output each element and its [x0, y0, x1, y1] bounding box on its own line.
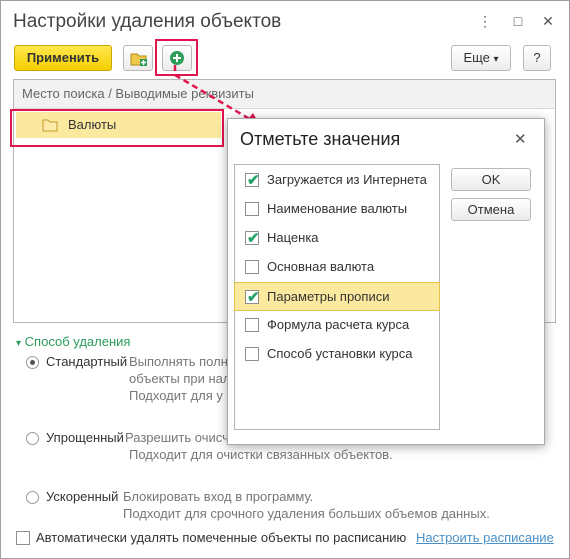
list-item[interactable]: ✔ Загружается из Интернета — [235, 166, 439, 195]
check-icon: ✔ — [247, 172, 260, 189]
radio-accelerated-label: Ускоренный — [46, 489, 119, 504]
item-checkbox[interactable]: ✔ — [245, 172, 260, 189]
maximize-icon[interactable]: □ — [508, 11, 528, 31]
radio-standard-label: Стандартный — [46, 354, 128, 369]
item-label: Наценка — [267, 230, 319, 245]
list-item[interactable]: Формула расчета курса — [235, 311, 439, 340]
accelerated-desc-1: Блокировать вход в программу. — [123, 489, 314, 504]
auto-delete-label: Автоматически удалять помеченные объекты… — [36, 530, 407, 545]
chevron-down-icon: ▾ — [493, 54, 499, 65]
values-list[interactable]: ✔ Загружается из Интернета Наименование … — [234, 164, 440, 430]
item-checkbox[interactable] — [245, 318, 259, 332]
radio-standard[interactable] — [26, 356, 39, 369]
item-label: Наименование валюты — [267, 201, 408, 216]
radio-simplified-label: Упрощенный — [46, 430, 124, 445]
item-label: Основная валюта — [267, 259, 375, 274]
item-checkbox[interactable] — [245, 260, 259, 274]
check-icon: ✔ — [247, 230, 260, 247]
list-item[interactable]: ✔ Наценка — [235, 224, 439, 253]
dialog-title: Отметьте значения — [240, 129, 401, 149]
accelerated-desc-2: Подходит для срочного удаления больших о… — [123, 506, 490, 521]
chevron-down-icon: ▾ — [16, 338, 22, 349]
close-icon[interactable]: ✕ — [538, 11, 558, 31]
item-label: Способ установки курса — [267, 346, 413, 361]
item-label: Параметры прописи — [267, 289, 390, 304]
apply-button[interactable]: Применить — [14, 45, 112, 71]
select-values-dialog: Отметьте значения ✕ ✔ Загружается из Инт… — [227, 118, 545, 445]
simplified-desc-1: Разрешить очисч — [125, 430, 229, 445]
auto-delete-checkbox[interactable] — [16, 531, 30, 545]
item-label: Загружается из Интернета — [267, 172, 427, 187]
cancel-button[interactable]: Отмена — [451, 198, 531, 221]
window-title: Настройки удаления объектов — [13, 11, 282, 32]
list-item-selected[interactable]: ✔ Параметры прописи — [234, 282, 440, 311]
more-menu-label: Еще — [463, 50, 490, 65]
more-actions-icon[interactable]: ⋮ — [475, 11, 495, 31]
radio-accelerated[interactable] — [26, 491, 39, 504]
list-item[interactable]: Способ установки курса — [235, 340, 439, 369]
more-menu-button[interactable]: Еще ▾ — [451, 45, 511, 71]
standard-desc-2: объекты при нал — [129, 371, 231, 386]
item-checkbox[interactable] — [245, 202, 259, 216]
help-button[interactable]: ? — [523, 45, 551, 71]
dialog-close-icon[interactable]: ✕ — [514, 130, 527, 148]
item-label: Формула расчета курса — [267, 317, 410, 332]
standard-desc-3: Подходит для у — [129, 388, 223, 403]
delete-method-section[interactable]: ▾ Способ удаления — [16, 334, 130, 349]
item-checkbox[interactable]: ✔ — [245, 230, 260, 247]
add-folder-icon — [130, 53, 147, 66]
list-item[interactable]: Наименование валюты — [235, 195, 439, 224]
item-checkbox[interactable]: ✔ — [245, 289, 260, 306]
item-checkbox[interactable] — [245, 347, 259, 361]
configure-schedule-link[interactable]: Настроить расписание — [416, 530, 554, 545]
radio-simplified[interactable] — [26, 432, 39, 445]
standard-desc-1: Выполнять полнт — [129, 354, 234, 369]
ok-button[interactable]: OK — [451, 168, 531, 191]
list-column-header: Место поиска / Выводимые реквизиты — [14, 80, 555, 109]
check-icon: ✔ — [247, 289, 260, 306]
delete-method-label: Способ удаления — [24, 334, 131, 349]
simplified-desc-2: Подходит для очистки связанных объектов. — [129, 447, 393, 462]
add-folder-button[interactable] — [123, 45, 153, 71]
list-item[interactable]: Основная валюта — [235, 253, 439, 282]
